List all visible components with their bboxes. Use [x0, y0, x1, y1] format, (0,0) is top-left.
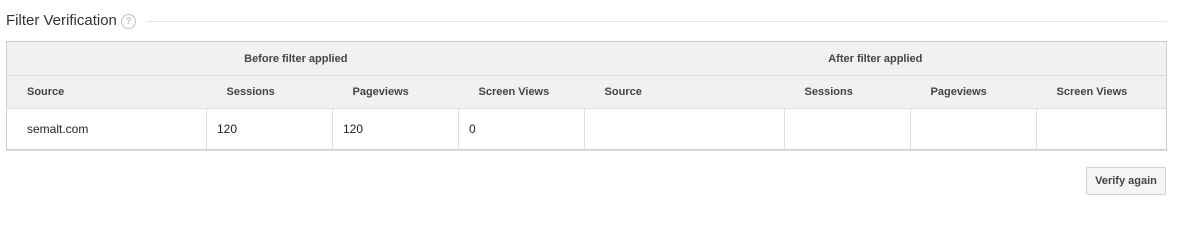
section-title: Filter Verification [6, 11, 117, 29]
header-divider [145, 21, 1167, 22]
group-header-row: Before filter applied After filter appli… [6, 41, 1167, 76]
filter-verification-table: Before filter applied After filter appli… [6, 41, 1168, 150]
section-header: Filter Verification ? [6, 9, 1167, 31]
column-header-after-source: Source [584, 75, 785, 109]
group-before-header: Before filter applied [6, 41, 585, 76]
cell-after-source [584, 108, 786, 150]
table-bottom-border [6, 150, 1168, 151]
column-header-after-sessions: Sessions [784, 75, 911, 109]
verify-again-button[interactable]: Verify again [1086, 167, 1166, 195]
column-header-before-source: Source [6, 75, 207, 109]
column-header-before-screen-views: Screen Views [458, 75, 585, 109]
table-row: semalt.com 120 120 0 [6, 108, 1167, 150]
group-after-header: After filter applied [584, 41, 1167, 76]
cell-before-pageviews: 120 [332, 108, 459, 150]
column-header-before-pageviews: Pageviews [332, 75, 459, 109]
column-header-after-pageviews: Pageviews [910, 75, 1037, 109]
column-header-after-screen-views: Screen Views [1036, 75, 1167, 109]
cell-after-screen-views [1037, 109, 1167, 150]
help-icon[interactable]: ? [120, 13, 136, 29]
cell-after-pageviews [910, 108, 1038, 150]
cell-before-screen-views: 0 [458, 108, 586, 150]
column-header-row: Source Sessions Pageviews Screen Views S… [6, 75, 1167, 109]
cell-before-sessions: 120 [206, 108, 333, 150]
cell-after-sessions [784, 108, 912, 150]
cell-before-source: semalt.com [6, 108, 207, 150]
column-header-before-sessions: Sessions [206, 75, 333, 109]
